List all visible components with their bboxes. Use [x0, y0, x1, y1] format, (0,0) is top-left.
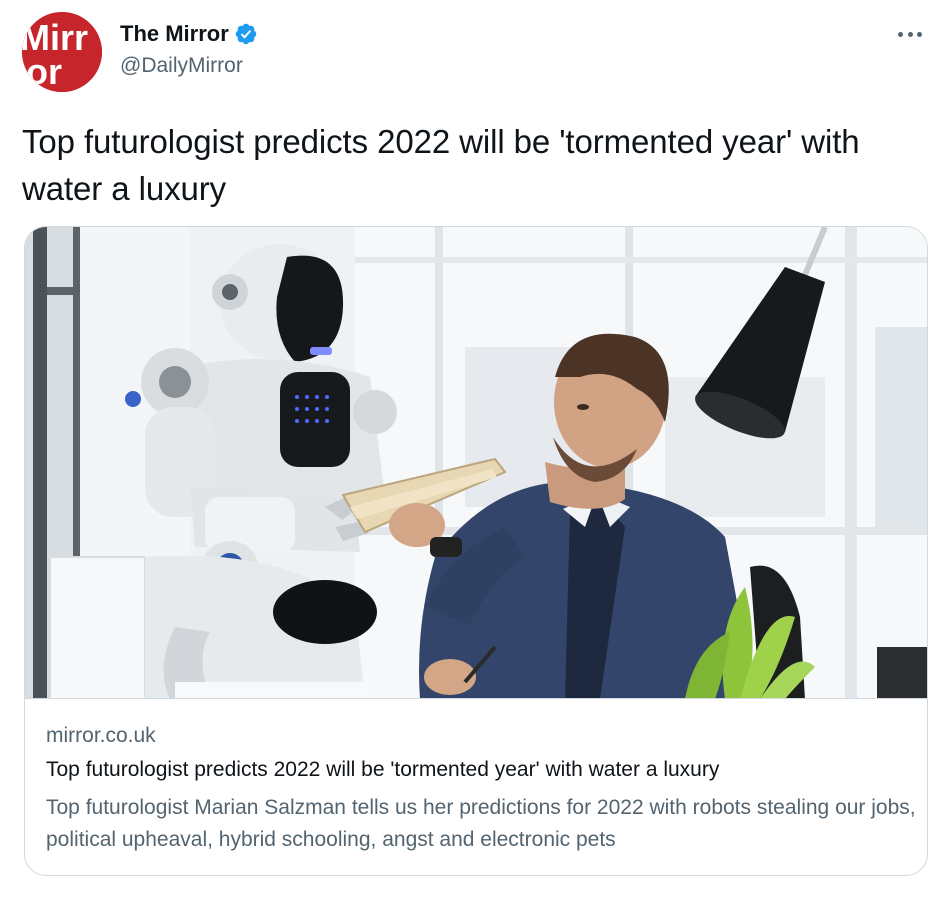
tweet[interactable]: Mirr or The Mirror @DailyMirror Top futu…	[0, 0, 944, 898]
more-dot-icon	[917, 31, 922, 37]
more-dot-icon	[898, 31, 903, 37]
card-title[interactable]: Top futurologist predicts 2022 will be '…	[46, 758, 719, 782]
tweet-text: Top futurologist predicts 2022 will be '…	[22, 123, 860, 207]
more-options-button[interactable]	[894, 22, 926, 46]
card-domain: mirror.co.uk	[46, 724, 156, 747]
author-avatar[interactable]: Mirr or	[22, 12, 102, 92]
author-handle[interactable]: @DailyMirror	[120, 54, 243, 78]
author-display-name[interactable]: The Mirror	[120, 21, 229, 47]
link-preview-card[interactable]: mirror.co.uk Top futurologist predicts 2…	[24, 226, 928, 876]
card-description: Top futurologist Marian Salzman tells us…	[46, 796, 916, 851]
more-dot-icon	[907, 31, 913, 37]
svg-text:or: or	[26, 51, 62, 92]
card-image[interactable]	[25, 227, 927, 699]
verified-badge-icon	[235, 23, 257, 45]
mirror-logo: Mirr or	[22, 12, 102, 92]
robot-businessman-photo	[25, 227, 927, 698]
author-name-row[interactable]: The Mirror	[120, 20, 258, 48]
